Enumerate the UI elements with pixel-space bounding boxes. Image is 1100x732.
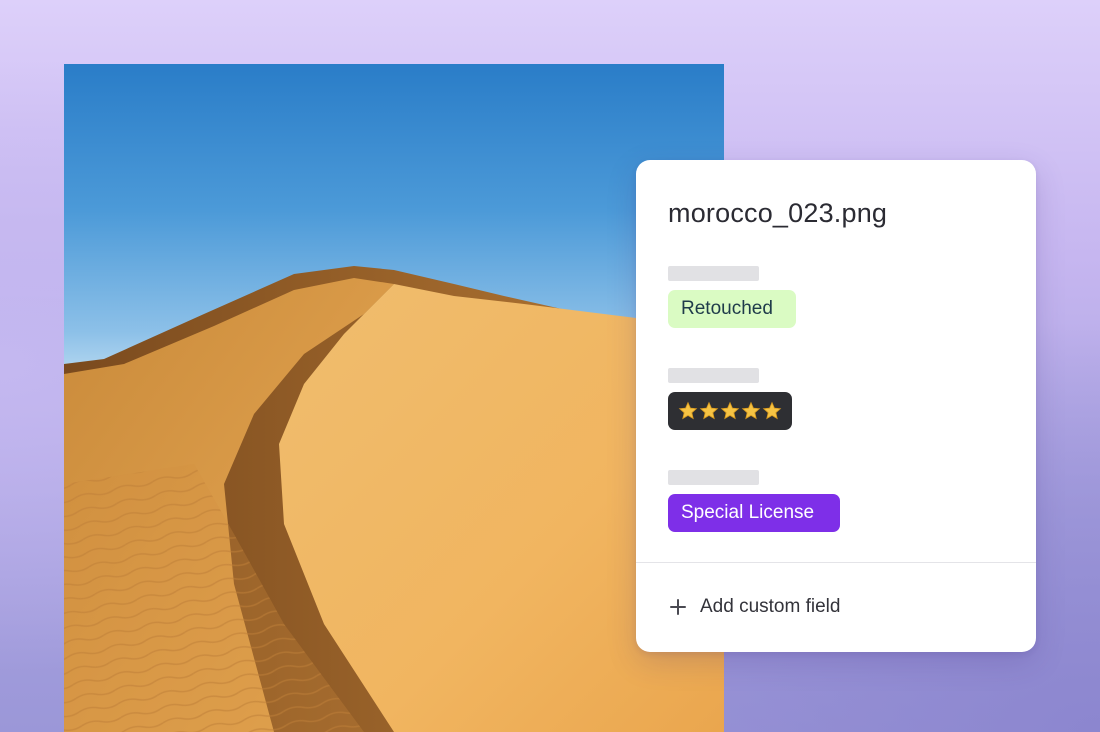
star-icon — [762, 401, 782, 420]
desert-dune-photo — [64, 64, 724, 732]
file-name: morocco_023.png — [668, 198, 888, 228]
plus-icon — [668, 597, 688, 617]
star-icon — [678, 401, 698, 420]
field-label-placeholder — [668, 368, 759, 383]
add-custom-field-label: Add custom field — [700, 596, 841, 617]
dune-illustration — [64, 266, 724, 732]
rating-tag[interactable]: ★★★★★ — [668, 392, 792, 430]
retouched-tag[interactable]: Retouched — [668, 290, 796, 328]
special-license-tag[interactable]: Special License — [668, 494, 840, 532]
rating-value: ★★★★★ — [668, 392, 669, 393]
field-label-placeholder — [668, 470, 759, 485]
field-label-placeholder — [668, 266, 759, 281]
star-icon — [720, 401, 740, 420]
divider — [636, 562, 1036, 563]
star-icon — [699, 401, 719, 420]
star-icon — [741, 401, 761, 420]
add-custom-field-button[interactable]: Add custom field — [668, 590, 840, 624]
metadata-panel: morocco_023.png Retouched ★★★★★ Special … — [636, 160, 1036, 652]
